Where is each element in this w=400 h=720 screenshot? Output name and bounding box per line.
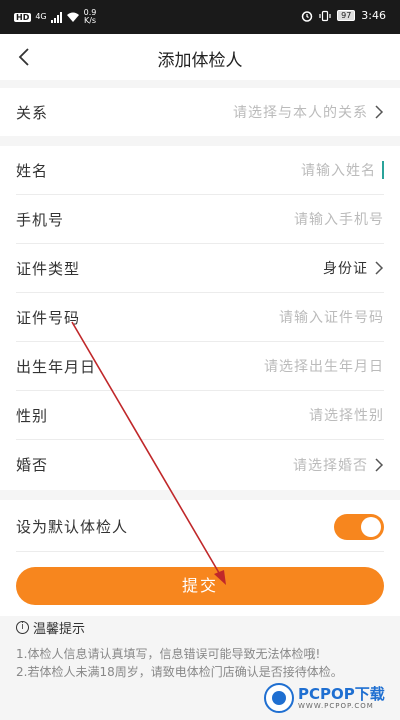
tips-heading: i 温馨提示 bbox=[16, 618, 386, 637]
id-type-select[interactable]: 身份证 bbox=[323, 258, 384, 278]
marital-row[interactable]: 婚否 请选择婚否 bbox=[16, 440, 384, 489]
battery-icon: 97 bbox=[337, 10, 356, 21]
name-label: 姓名 bbox=[16, 161, 49, 180]
watermark: PCPOP下载 WWW.PCPOP.COM bbox=[264, 680, 394, 716]
name-input[interactable]: 请输入姓名 bbox=[301, 160, 384, 180]
id-type-label: 证件类型 bbox=[16, 259, 81, 278]
info-icon: i bbox=[16, 621, 29, 634]
birthdate-label: 出生年月日 bbox=[16, 357, 97, 376]
wifi-icon bbox=[66, 12, 79, 22]
marital-select[interactable]: 请选择婚否 bbox=[293, 455, 384, 475]
id-type-row[interactable]: 证件类型 身份证 bbox=[16, 244, 384, 293]
status-bar: HD 4G 0.9 K/s 97 3:46 bbox=[0, 0, 400, 34]
default-label: 设为默认体检人 bbox=[16, 518, 129, 536]
form-section: 姓名 请输入姓名 手机号 请输入手机号 证件类型 身份证 证件号码 请输入证件号… bbox=[0, 146, 400, 490]
network-type: 4G bbox=[35, 12, 47, 21]
relation-select[interactable]: 请选择与本人的关系 bbox=[233, 102, 384, 122]
network-speed: 0.9 K/s bbox=[83, 8, 97, 25]
alarm-icon bbox=[301, 10, 313, 22]
chevron-right-icon bbox=[375, 261, 384, 275]
phone-input[interactable]: 请输入手机号 bbox=[294, 209, 384, 229]
vibrate-icon bbox=[319, 10, 331, 21]
default-toggle[interactable] bbox=[334, 513, 384, 540]
watermark-text: PCPOP下载 bbox=[298, 685, 385, 703]
gender-label: 性别 bbox=[16, 406, 49, 425]
gender-row[interactable]: 性别 请选择性别 bbox=[16, 391, 384, 440]
gender-select[interactable]: 请选择性别 bbox=[309, 405, 384, 425]
default-row: 设为默认体检人 bbox=[16, 502, 384, 552]
submit-button[interactable]: 提交 bbox=[16, 567, 384, 605]
tips-section: i 温馨提示 1.体检人信息请认真填写，信息错误可能导致无法体检哦! 2.若体检… bbox=[16, 618, 386, 681]
toggle-knob bbox=[361, 516, 381, 537]
relation-row[interactable]: 关系 请选择与本人的关系 bbox=[16, 88, 384, 136]
id-number-row[interactable]: 证件号码 请输入证件号码 bbox=[16, 293, 384, 342]
relation-section: 关系 请选择与本人的关系 bbox=[0, 88, 400, 136]
chevron-right-icon bbox=[375, 105, 384, 119]
phone-label: 手机号 bbox=[16, 210, 65, 229]
chevron-right-icon bbox=[375, 457, 384, 472]
id-number-label: 证件号码 bbox=[16, 308, 81, 327]
page-title: 添加体检人 bbox=[157, 51, 243, 71]
clock: 3:46 bbox=[361, 9, 386, 22]
pcpop-logo-icon bbox=[264, 683, 294, 713]
tip-item: 2.若体检人未满18周岁，请致电体检门店确认是否接待体检。 bbox=[16, 665, 343, 679]
text-cursor bbox=[382, 161, 384, 179]
name-row[interactable]: 姓名 请输入姓名 bbox=[16, 146, 384, 195]
signal-icon bbox=[50, 11, 62, 23]
id-number-input[interactable]: 请输入证件号码 bbox=[279, 307, 384, 327]
relation-label: 关系 bbox=[16, 103, 49, 122]
birthdate-select[interactable]: 请选择出生年月日 bbox=[264, 356, 384, 376]
birthdate-row[interactable]: 出生年月日 请选择出生年月日 bbox=[16, 342, 384, 391]
nav-bar: 添加体检人 bbox=[0, 34, 400, 80]
tip-item: 1.体检人信息请认真填写，信息错误可能导致无法体检哦! bbox=[16, 647, 321, 661]
phone-row[interactable]: 手机号 请输入手机号 bbox=[16, 195, 384, 244]
hd-badge: HD bbox=[14, 12, 32, 22]
marital-label: 婚否 bbox=[16, 456, 49, 474]
watermark-sub: WWW.PCPOP.COM bbox=[298, 702, 374, 710]
